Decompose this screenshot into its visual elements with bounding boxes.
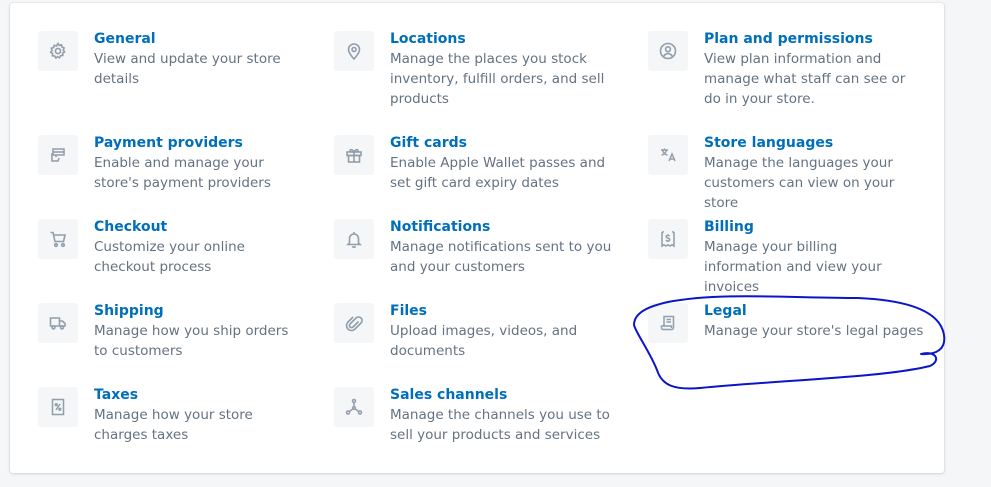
setting-description: Manage the languages your customers can … [704,155,895,211]
setting-title: Files [390,303,427,319]
cart-icon [38,219,78,259]
setting-title: Plan and permissions [704,31,873,47]
paperclip-icon [334,303,374,343]
receipt-dollar-icon [648,219,688,259]
setting-description: Manage how you ship orders to customers [94,323,289,359]
setting-description: Manage notifications sent to you and you… [390,239,612,275]
setting-title: Legal [704,303,747,319]
gear-icon [38,31,78,71]
setting-title: Sales channels [390,387,508,403]
payment-icon [38,135,78,175]
setting-description: Upload images, videos, and documents [390,323,578,359]
setting-description: Manage your billing information and view… [704,239,882,295]
bell-icon [334,219,374,259]
setting-title: Store languages [704,135,834,151]
setting-description: Customize your online checkout process [94,239,245,275]
setting-description: Manage the places you stock inventory, f… [390,51,605,107]
setting-description: View and update your store details [94,51,281,87]
location-pin-icon [334,31,374,71]
setting-title: Gift cards [390,135,467,151]
setting-description: Manage the channels you use to sell your… [390,407,610,443]
setting-title: General [94,31,156,47]
user-circle-icon [648,31,688,71]
scroll-icon [648,303,688,343]
settings-card: General View and update your store detai… [10,3,944,473]
tax-icon [38,387,78,427]
setting-title: Payment providers [94,135,243,151]
setting-title: Notifications [390,219,491,235]
gift-icon [334,135,374,175]
channels-icon [334,387,374,427]
setting-description: Manage your store's legal pages [704,323,924,339]
setting-title: Taxes [94,387,139,403]
setting-title: Checkout [94,219,168,235]
setting-description: Enable and manage your store's payment p… [94,155,271,191]
setting-description: Manage how your store charges taxes [94,407,253,443]
setting-description: Enable Apple Wallet passes and set gift … [390,155,606,191]
truck-icon [38,303,78,343]
setting-title: Shipping [94,303,164,319]
setting-description: View plan information and manage what st… [704,51,906,107]
translate-icon [648,135,688,175]
setting-title: Locations [390,31,466,47]
setting-title: Billing [704,219,754,235]
